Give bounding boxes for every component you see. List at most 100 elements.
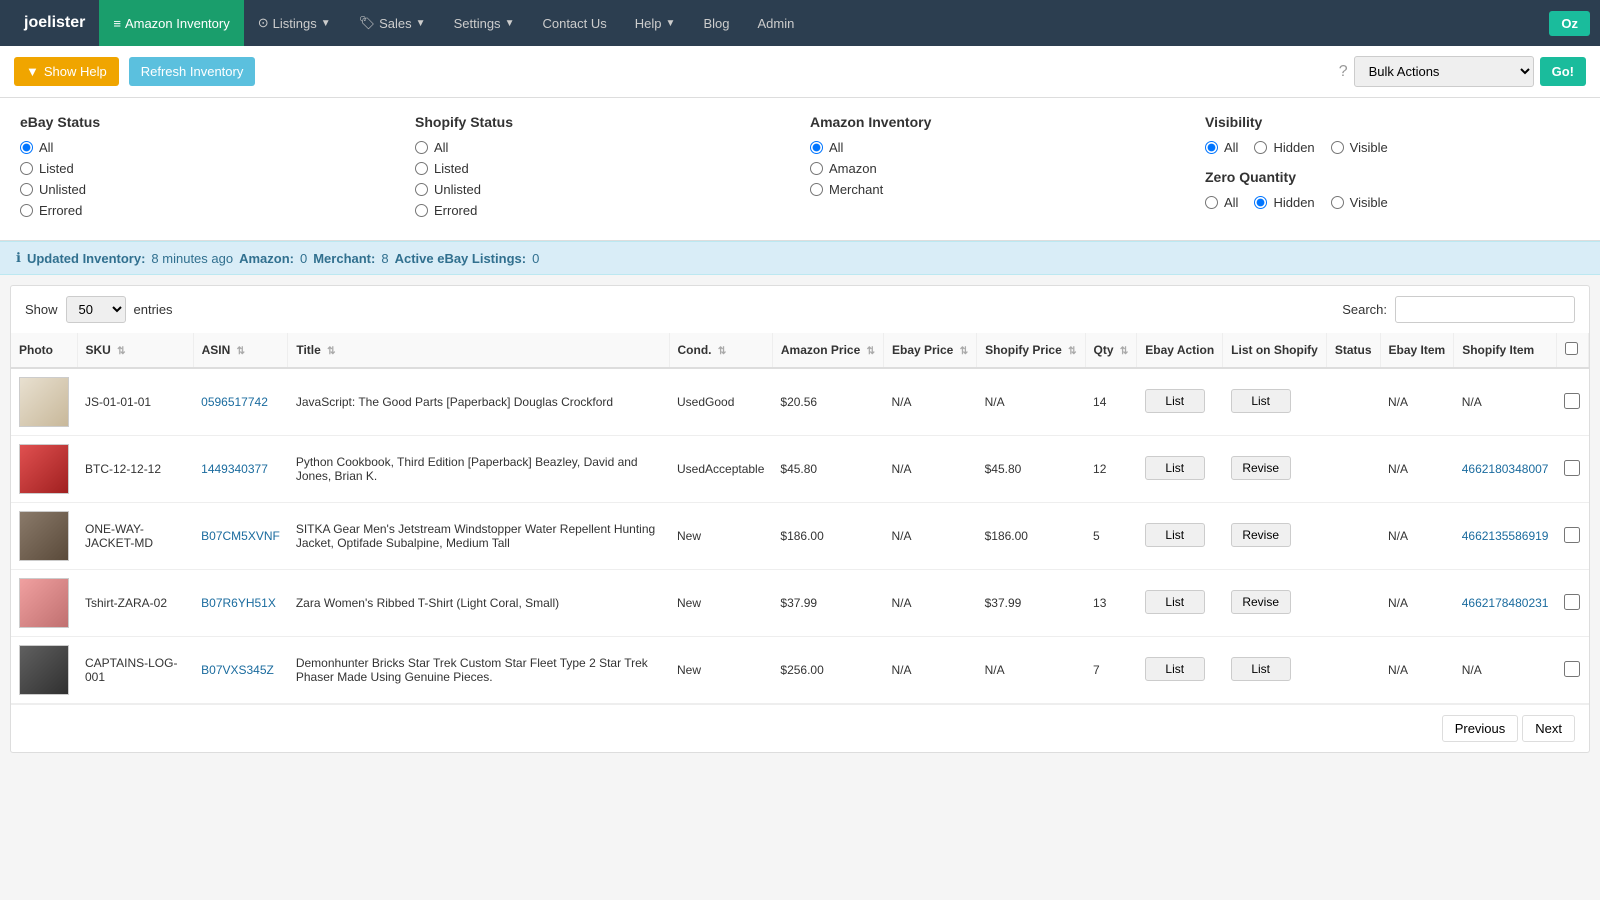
asin-link[interactable]: 1449340377 [201, 462, 268, 476]
brand-logo[interactable]: joelister [10, 0, 99, 46]
col-photo: Photo [11, 333, 77, 368]
nav-listings[interactable]: ⊙ Listings ▼ [244, 0, 345, 46]
row-checkbox-cell [1556, 503, 1588, 570]
ebay-all-option[interactable]: All [20, 140, 395, 155]
nav-contact-us[interactable]: Contact Us [528, 0, 620, 46]
search-input[interactable] [1395, 296, 1575, 323]
ebay-action-button[interactable]: List [1145, 389, 1205, 413]
col-asin[interactable]: ASIN ⇅ [193, 333, 288, 368]
col-cond[interactable]: Cond. ⇅ [669, 333, 772, 368]
refresh-inventory-button[interactable]: Refresh Inventory [129, 57, 256, 86]
ebay-action-button[interactable]: List [1145, 523, 1205, 547]
sort-icon: ⇅ [1120, 346, 1128, 357]
select-all-checkbox[interactable] [1565, 342, 1578, 355]
shopify-status-title: Shopify Status [415, 114, 790, 130]
ebay-unlisted-option[interactable]: Unlisted [20, 182, 395, 197]
col-qty[interactable]: Qty ⇅ [1085, 333, 1137, 368]
col-status: Status [1326, 333, 1380, 368]
shopify-listed-option[interactable]: Listed [415, 161, 790, 176]
zq-hidden-option[interactable]: Hidden [1254, 195, 1314, 210]
photo-cell [11, 436, 77, 503]
ebay-item-cell: N/A [1380, 368, 1454, 436]
shopify-action-button[interactable]: Revise [1231, 456, 1291, 480]
zq-visible-option[interactable]: Visible [1331, 195, 1388, 210]
shopify-unlisted-option[interactable]: Unlisted [415, 182, 790, 197]
col-ebay-action: Ebay Action [1137, 333, 1223, 368]
col-sku[interactable]: SKU ⇅ [77, 333, 193, 368]
toolbar-right: ? Bulk Actions List on eBay List on Shop… [1339, 56, 1586, 87]
col-amazon-price[interactable]: Amazon Price ⇅ [772, 333, 883, 368]
toolbar: ▼ Show Help Refresh Inventory ? Bulk Act… [0, 46, 1600, 98]
nav-settings[interactable]: Settings ▼ [440, 0, 529, 46]
row-checkbox[interactable] [1564, 527, 1580, 543]
status-cell [1326, 570, 1380, 637]
shopify-item-link[interactable]: 4662135586919 [1462, 529, 1549, 543]
asin-link[interactable]: B07CM5XVNF [201, 529, 280, 543]
row-checkbox[interactable] [1564, 594, 1580, 610]
go-button[interactable]: Go! [1540, 57, 1586, 86]
shopify-action-button[interactable]: Revise [1231, 590, 1291, 614]
chevron-down-icon: ▼ [666, 18, 676, 29]
amazon-amazon-option[interactable]: Amazon [810, 161, 1185, 176]
ebay-action-button[interactable]: List [1145, 590, 1205, 614]
ebay-action-button[interactable]: List [1145, 657, 1205, 681]
merchant-count-label: Merchant: [313, 251, 375, 266]
vis-visible-option[interactable]: Visible [1331, 140, 1388, 155]
ebay-count: 0 [532, 251, 539, 266]
ebay-action-cell: List [1137, 570, 1223, 637]
amazon-inventory-filter: Amazon Inventory All Amazon Merchant [810, 114, 1185, 224]
col-title[interactable]: Title ⇅ [288, 333, 669, 368]
shopify-errored-option[interactable]: Errored [415, 203, 790, 218]
amazon-all-option[interactable]: All [810, 140, 1185, 155]
amazon-price-cell: $37.99 [772, 570, 883, 637]
row-checkbox[interactable] [1564, 460, 1580, 476]
vis-all-option[interactable]: All [1205, 140, 1238, 155]
shopify-item-link[interactable]: 4662180348007 [1462, 462, 1549, 476]
help-icon[interactable]: ? [1339, 63, 1348, 81]
amazon-merchant-option[interactable]: Merchant [810, 182, 1185, 197]
nav-icon-sales: 🏷 [359, 15, 376, 31]
ebay-listed-option[interactable]: Listed [20, 161, 395, 176]
shopify-item-cell: N/A [1454, 368, 1557, 436]
row-checkbox[interactable] [1564, 393, 1580, 409]
col-ebay-price[interactable]: Ebay Price ⇅ [883, 333, 976, 368]
bulk-actions-select[interactable]: Bulk Actions List on eBay List on Shopif… [1354, 56, 1534, 87]
arrow-down-icon: ▼ [26, 64, 39, 79]
zero-quantity-title: Zero Quantity [1205, 169, 1580, 185]
status-cell [1326, 637, 1380, 704]
show-help-button[interactable]: ▼ Show Help [14, 57, 119, 86]
col-shopify-item: Shopify Item [1454, 333, 1557, 368]
asin-link[interactable]: B07R6YH51X [201, 596, 276, 610]
table-row: JS-01-01-01 0596517742 JavaScript: The G… [11, 368, 1589, 436]
zq-all-option[interactable]: All [1205, 195, 1238, 210]
nav-sales[interactable]: 🏷 Sales ▼ [345, 0, 440, 46]
nav-admin[interactable]: Admin [743, 0, 808, 46]
row-checkbox[interactable] [1564, 661, 1580, 677]
sku-cell: CAPTAINS-LOG-001 [77, 637, 193, 704]
vis-hidden-option[interactable]: Hidden [1254, 140, 1314, 155]
entries-select[interactable]: 10 25 50 100 [66, 296, 126, 323]
ebay-action-button[interactable]: List [1145, 456, 1205, 480]
ebay-price-cell: N/A [883, 503, 976, 570]
avatar-button[interactable]: Oz [1549, 11, 1590, 36]
asin-link[interactable]: 0596517742 [201, 395, 268, 409]
shopify-action-button[interactable]: List [1231, 657, 1291, 681]
shopify-price-cell: $45.80 [977, 436, 1085, 503]
shopify-action-button[interactable]: Revise [1231, 523, 1291, 547]
col-shopify-price[interactable]: Shopify Price ⇅ [977, 333, 1085, 368]
shopify-item-link[interactable]: 4662178480231 [1462, 596, 1549, 610]
shopify-item-value: N/A [1462, 663, 1482, 677]
entries-label: entries [134, 302, 173, 317]
next-button[interactable]: Next [1522, 715, 1575, 742]
amazon-count: 0 [300, 251, 307, 266]
row-checkbox-cell [1556, 637, 1588, 704]
asin-link[interactable]: B07VXS345Z [201, 663, 274, 677]
ebay-errored-option[interactable]: Errored [20, 203, 395, 218]
nav-blog[interactable]: Blog [689, 0, 743, 46]
previous-button[interactable]: Previous [1442, 715, 1519, 742]
nav-help[interactable]: Help ▼ [621, 0, 690, 46]
shopify-all-option[interactable]: All [415, 140, 790, 155]
sort-icon: ⇅ [327, 346, 335, 357]
nav-amazon-inventory[interactable]: ≡ Amazon Inventory [99, 0, 243, 46]
shopify-action-button[interactable]: List [1231, 389, 1291, 413]
